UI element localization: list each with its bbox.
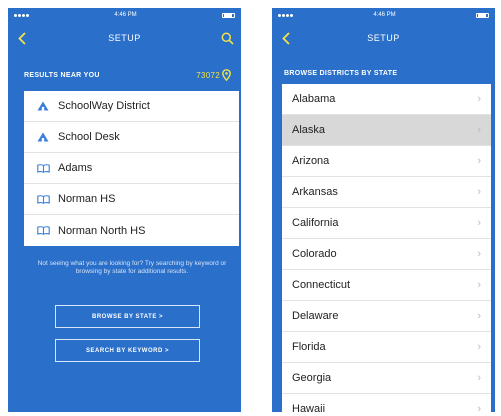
state-row-arkansas[interactable]: Arkansas › (282, 177, 491, 208)
status-time: 4:46 PM (373, 12, 396, 18)
district-icon (36, 100, 50, 112)
chevron-right-icon: › (477, 217, 481, 229)
state-row-hawaii[interactable]: Hawaii › (282, 394, 491, 412)
result-row-school-desk[interactable]: School Desk (24, 122, 239, 153)
book-icon (36, 225, 50, 237)
chevron-right-icon: › (477, 248, 481, 260)
state-row-connecticut[interactable]: Connecticut › (282, 270, 491, 301)
chevron-right-icon: › (477, 186, 481, 198)
results-near-you-label: RESULTS NEAR YOU (24, 71, 100, 79)
results-header: RESULTS NEAR YOU 73072 (8, 68, 241, 82)
state-row-alabama[interactable]: Alabama › (282, 84, 491, 115)
result-label: Norman North HS (58, 224, 146, 237)
result-row-schoolway-district[interactable]: SchoolWay District (24, 91, 239, 122)
state-row-colorado[interactable]: Colorado › (282, 239, 491, 270)
battery-icon (475, 12, 489, 18)
setup-results-screen: 4:46 PM SETUP RESULTS NEAR YOU 73072 Sch… (8, 8, 241, 412)
chevron-right-icon: › (477, 403, 481, 412)
state-label: Colorado (292, 248, 337, 260)
chevron-right-icon: › (477, 341, 481, 353)
district-icon (36, 131, 50, 143)
result-row-adams[interactable]: Adams (24, 153, 239, 184)
status-bar: 4:46 PM (272, 8, 495, 22)
book-icon (36, 162, 50, 174)
chevron-right-icon: › (477, 310, 481, 322)
page-title: SETUP (367, 33, 400, 43)
state-row-delaware[interactable]: Delaware › (282, 301, 491, 332)
signal-icon (278, 13, 293, 17)
result-label: Adams (58, 162, 93, 174)
state-list: Alabama › Alaska › Arizona › Arkansas › Californ… (282, 84, 491, 412)
state-row-california[interactable]: California › (282, 208, 491, 239)
result-label: SchoolWay District (58, 100, 150, 112)
state-label: Hawaii (292, 403, 326, 412)
state-row-arizona[interactable]: Arizona › (282, 146, 491, 177)
chevron-right-icon: › (477, 124, 481, 136)
chevron-left-icon (18, 31, 26, 45)
state-label: Connecticut (292, 279, 351, 291)
state-label: Georgia (292, 372, 332, 384)
battery-icon (221, 12, 235, 18)
chevron-right-icon: › (477, 372, 481, 384)
nav-bar: SETUP (8, 22, 241, 54)
state-row-georgia[interactable]: Georgia › (282, 363, 491, 394)
search-icon (221, 32, 234, 45)
back-button[interactable] (278, 28, 294, 48)
browse-header: BROWSE DISTRICTS BY STATE (272, 66, 495, 80)
state-label: Delaware (292, 310, 339, 322)
browse-states-screen: 4:46 PM SETUP BROWSE DISTRICTS BY STATE … (272, 8, 495, 412)
result-row-norman-north-hs[interactable]: Norman North HS (24, 215, 239, 246)
help-note: Not seeing what you are looking for? Try… (37, 260, 227, 275)
state-row-alaska[interactable]: Alaska › (282, 115, 491, 146)
chevron-right-icon: › (477, 93, 481, 105)
zip-code-value: 73072 (196, 70, 220, 80)
back-button[interactable] (14, 28, 30, 48)
nav-bar: SETUP (272, 22, 495, 54)
browse-by-state-button[interactable]: BROWSE BY STATE > (55, 305, 200, 328)
results-list: SchoolWay District School Desk Adams Nor… (24, 91, 239, 246)
chevron-left-icon (282, 31, 290, 45)
zip-code-selector[interactable]: 73072 (196, 69, 231, 81)
location-pin-icon (222, 69, 231, 81)
chevron-right-icon: › (477, 279, 481, 291)
result-row-norman-hs[interactable]: Norman HS (24, 184, 239, 215)
browse-districts-label: BROWSE DISTRICTS BY STATE (284, 69, 398, 77)
search-by-keyword-button[interactable]: SEARCH BY KEYWORD > (55, 339, 200, 362)
state-label: California (292, 217, 339, 229)
book-icon (36, 193, 50, 205)
result-label: Norman HS (58, 193, 116, 205)
page-title: SETUP (108, 33, 141, 43)
state-row-florida[interactable]: Florida › (282, 332, 491, 363)
status-time: 4:46 PM (114, 12, 137, 18)
state-label: Arkansas (292, 186, 338, 198)
state-label: Alabama (292, 93, 336, 105)
signal-icon (14, 13, 29, 17)
status-bar: 4:46 PM (8, 8, 241, 22)
result-label: School Desk (58, 131, 120, 143)
state-label: Alaska (292, 124, 326, 136)
search-button[interactable] (217, 27, 237, 49)
chevron-right-icon: › (477, 155, 481, 167)
state-label: Arizona (292, 155, 330, 167)
state-label: Florida (292, 341, 326, 353)
